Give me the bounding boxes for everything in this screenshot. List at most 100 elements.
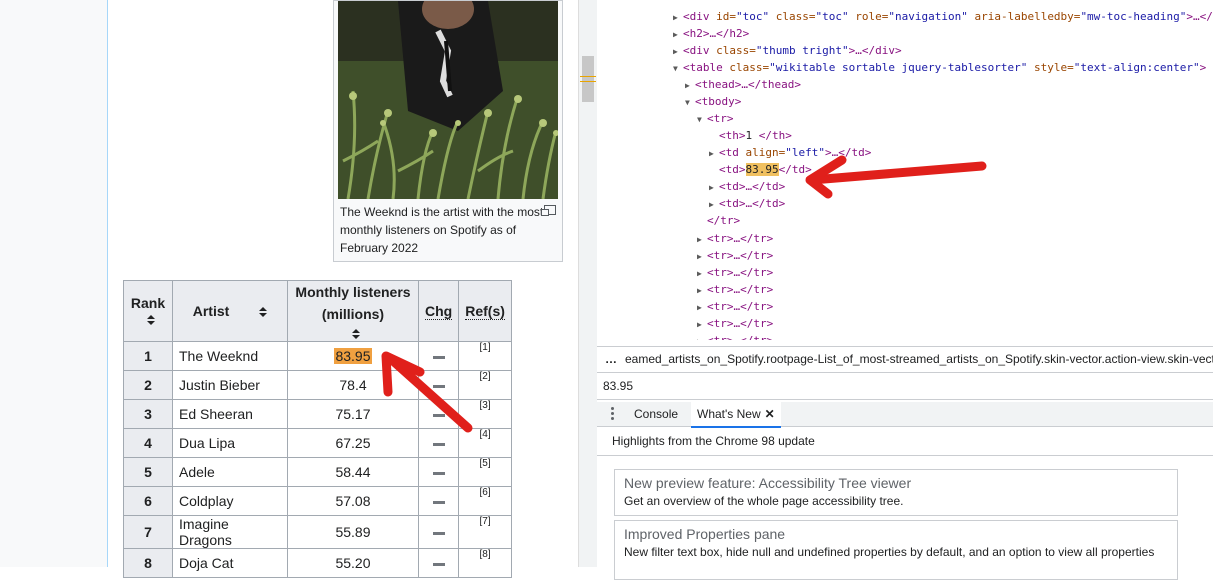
dom-node-tr-close: </tr> [707, 214, 741, 227]
devtools-panel: ▶ <div id="toc" class="toc" role="navigat… [597, 0, 1213, 580]
expand-triangle-icon[interactable]: ▶ [709, 145, 719, 162]
artist-link[interactable]: Coldplay [172, 486, 288, 516]
dom-node-toc[interactable]: ▶ <div id="toc" class="toc" role="navigat… [673, 8, 1213, 26]
column-header-artist[interactable]: Artist [172, 280, 288, 342]
dom-node-tr[interactable]: ▶<tr>…</tr> [697, 247, 773, 265]
artist-link[interactable]: Adele [172, 457, 288, 487]
artist-link[interactable]: Imagine Dragons [172, 515, 288, 549]
dom-node-thumb[interactable]: ▶ <div class="thumb tright">…</div> [673, 42, 902, 60]
whats-new-heading: Highlights from the Chrome 98 update [612, 434, 815, 448]
dom-node-tr[interactable]: ▶<tr>…</tr> [697, 230, 773, 248]
rank-cell: 6 [123, 486, 173, 516]
feature-description: Get an overview of the whole page access… [624, 494, 904, 508]
sort-icon[interactable] [147, 315, 155, 326]
reference-link[interactable]: [2] [458, 370, 512, 400]
dom-node-tr[interactable]: ▶<tr>…</tr> [697, 332, 773, 340]
expand-triangle-icon[interactable]: ▶ [673, 9, 683, 26]
search-match-marker [580, 76, 596, 82]
table-row: 2 Justin Bieber 78.4 [2] [123, 370, 512, 400]
dom-node-tr[interactable]: ▶<tr>…</tr> [697, 264, 773, 282]
change-cell [417, 428, 460, 458]
change-cell [417, 515, 460, 549]
tab-whats-new[interactable]: What's New ✕ [691, 402, 781, 428]
column-header-rank[interactable]: Rank [123, 280, 173, 342]
collapse-triangle-icon[interactable]: ▼ [697, 111, 707, 128]
dom-node-tbody[interactable]: ▼ <tbody> [685, 93, 741, 111]
dom-node-tr[interactable]: ▶<tr>…</tr> [697, 315, 773, 333]
feature-card[interactable]: Improved Properties pane New filter text… [614, 520, 1178, 580]
elements-tree[interactable]: ▶ <div id="toc" class="toc" role="navigat… [597, 0, 1213, 340]
expand-triangle-icon[interactable]: ▶ [673, 43, 683, 60]
no-change-icon [432, 562, 445, 566]
expand-triangle-icon[interactable]: ▶ [697, 333, 707, 340]
drawer-tabbar: Console What's New ✕ [597, 402, 1213, 428]
reference-link[interactable]: [8] [458, 548, 512, 578]
reference-link[interactable]: [7] [458, 515, 512, 549]
dom-node-td-left[interactable]: ▶ <td align="left">…</td> [709, 144, 871, 162]
listeners-cell: 75.17 [287, 399, 419, 429]
dom-node-tr[interactable]: ▶<tr>…</tr> [697, 281, 773, 299]
column-header-monthly-listeners[interactable]: Monthly listeners (millions) [287, 280, 419, 342]
expand-triangle-icon[interactable]: ▶ [697, 248, 707, 265]
listeners-cell: 55.89 [287, 515, 419, 549]
table-row: 6 Coldplay 57.08 [6] [123, 486, 512, 516]
expand-triangle-icon[interactable]: ▶ [709, 179, 719, 196]
no-change-icon [432, 384, 445, 388]
artist-link[interactable]: Ed Sheeran [172, 399, 288, 429]
listeners-cell: 83.95 [287, 341, 419, 371]
dom-node-thead[interactable]: ▶ <thead>…</thead> [685, 76, 801, 94]
dom-node-td[interactable]: ▶ <td>…</td> [709, 178, 785, 196]
artist-photo[interactable] [338, 1, 558, 199]
feature-card[interactable]: New preview feature: Accessibility Tree … [614, 469, 1178, 516]
reference-link[interactable]: [3] [458, 399, 512, 429]
search-input[interactable]: 83.95 [597, 372, 1213, 400]
enlarge-icon[interactable] [541, 205, 556, 216]
most-monthly-listeners-table: Rank Artist Monthly listeners (millions) … [123, 280, 512, 578]
column-header-chg[interactable]: Chg [417, 280, 460, 342]
change-cell [417, 399, 460, 429]
dom-node-th[interactable]: <th>1 </th> [719, 127, 792, 144]
dom-node-table[interactable]: ▼ <table class="wikitable sortable jquery… [673, 59, 1206, 77]
dom-node-td-value[interactable]: <td>83.95</td> [719, 161, 812, 178]
no-change-icon [432, 471, 445, 475]
artist-link[interactable]: Justin Bieber [172, 370, 288, 400]
expand-triangle-icon[interactable]: ▶ [709, 196, 719, 213]
expand-triangle-icon[interactable]: ▶ [697, 299, 707, 316]
close-icon[interactable]: ✕ [765, 407, 775, 421]
collapse-triangle-icon[interactable]: ▼ [685, 94, 695, 111]
artist-link[interactable]: Dua Lipa [172, 428, 288, 458]
expand-triangle-icon[interactable]: ▶ [685, 77, 695, 94]
expand-triangle-icon[interactable]: ▶ [697, 316, 707, 333]
devtools-splitter[interactable] [578, 0, 598, 567]
more-icon[interactable]: … [597, 347, 625, 371]
reference-link[interactable]: [4] [458, 428, 512, 458]
reference-link[interactable]: [1] [458, 341, 512, 371]
artist-link[interactable]: Doja Cat [172, 548, 288, 578]
listeners-cell: 55.20 [287, 548, 419, 578]
change-cell [417, 341, 460, 371]
sort-icon[interactable] [259, 307, 268, 318]
tab-console[interactable]: Console [628, 402, 684, 426]
collapse-triangle-icon[interactable]: ▼ [673, 60, 683, 77]
breadcrumb[interactable]: … eamed_artists_on_Spotify.rootpage-List_… [597, 346, 1213, 371]
dom-node-tr[interactable]: ▼ <tr> [697, 110, 734, 128]
change-cell [417, 486, 460, 516]
rank-cell: 5 [123, 457, 173, 487]
artist-link[interactable]: The Weeknd [172, 341, 288, 371]
reference-link[interactable]: [6] [458, 486, 512, 516]
expand-triangle-icon[interactable]: ▶ [697, 265, 707, 282]
listeners-cell: 78.4 [287, 370, 419, 400]
reference-link[interactable]: [5] [458, 457, 512, 487]
sort-icon[interactable] [352, 329, 360, 340]
wiki-sidebar [0, 0, 108, 567]
change-cell [417, 457, 460, 487]
more-options-icon[interactable] [611, 407, 614, 421]
expand-triangle-icon[interactable]: ▶ [697, 231, 707, 248]
expand-triangle-icon[interactable]: ▶ [697, 282, 707, 299]
no-change-icon [432, 413, 445, 417]
dom-node-td[interactable]: ▶ <td>…</td> [709, 195, 785, 213]
expand-triangle-icon[interactable]: ▶ [673, 26, 683, 43]
dom-node-tr[interactable]: ▶<tr>…</tr> [697, 298, 773, 316]
dom-node-h2[interactable]: ▶ <h2>…</h2> [673, 25, 749, 43]
column-header-refs[interactable]: Ref(s) [458, 280, 512, 342]
